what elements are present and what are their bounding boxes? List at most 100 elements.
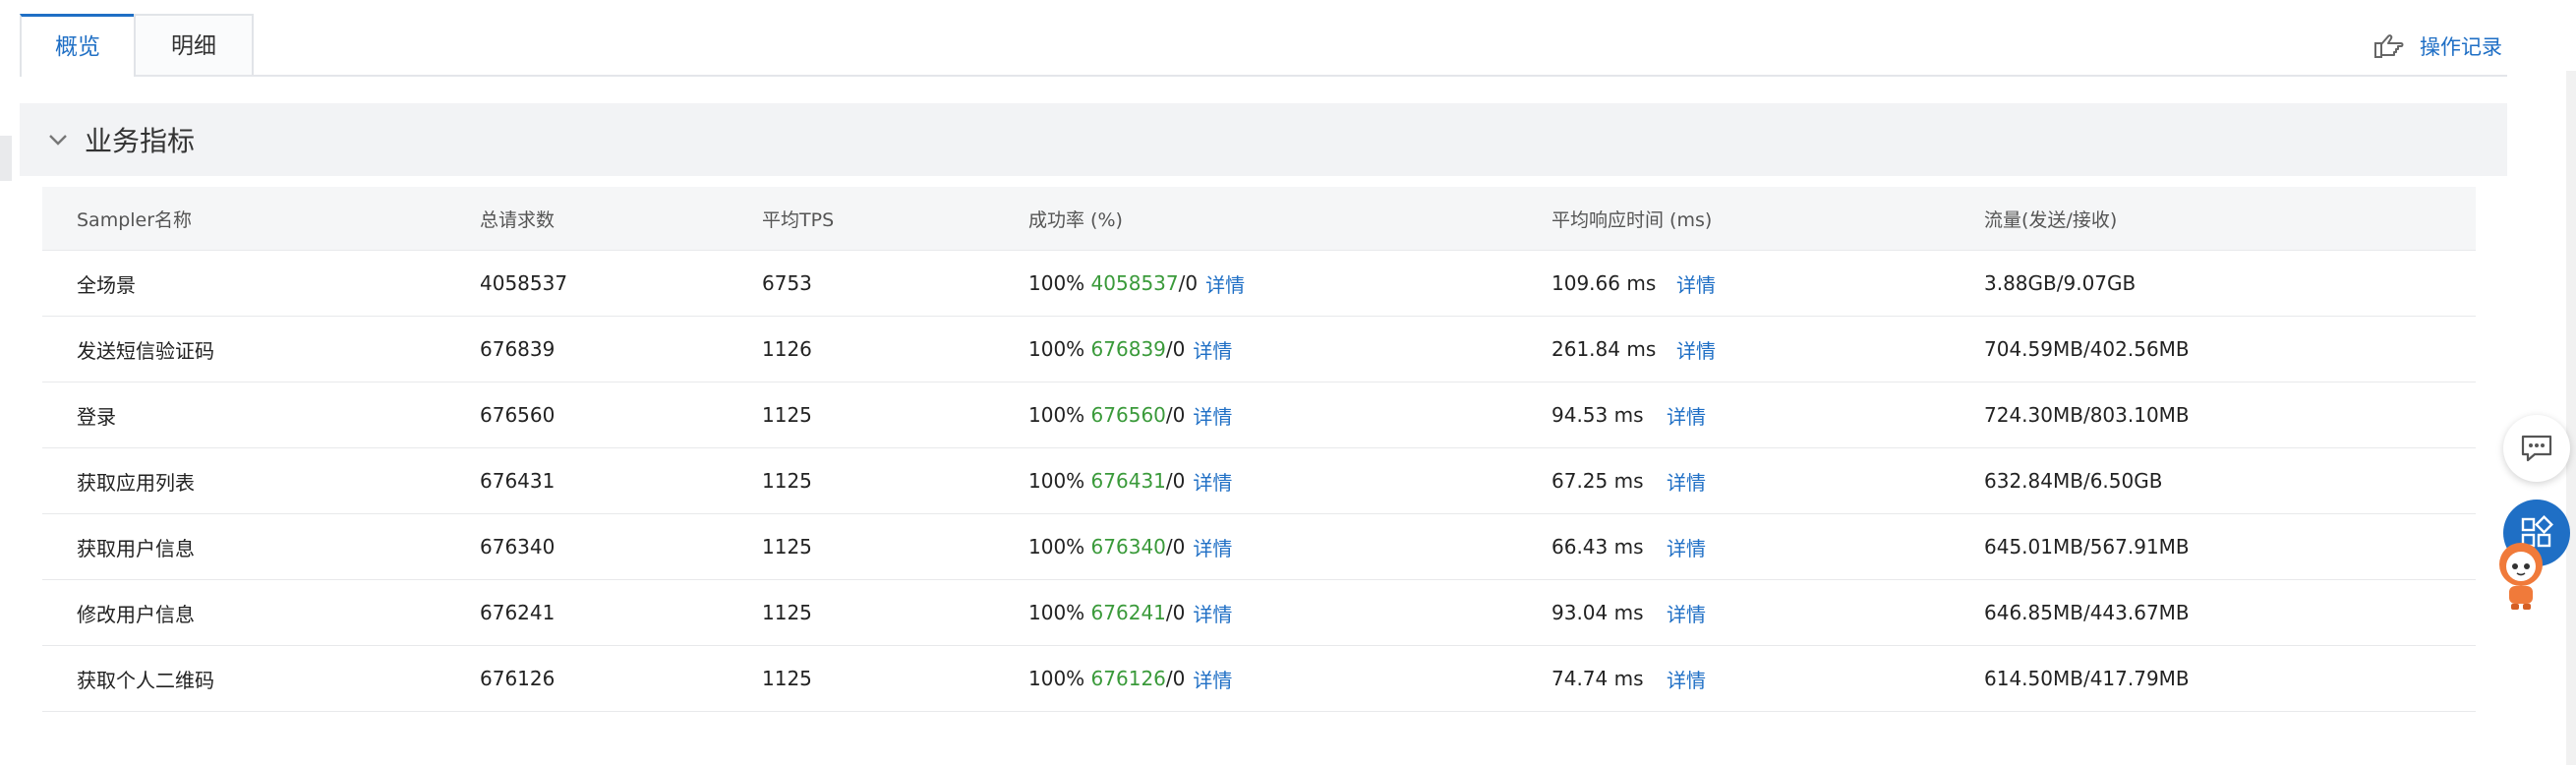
response-detail-link[interactable]: 详情 xyxy=(1667,448,1706,513)
response-detail-link[interactable]: 详情 xyxy=(1667,382,1706,447)
avg-tps: 1125 xyxy=(762,601,812,624)
fail-count: /0 xyxy=(1165,337,1186,361)
success-detail-link[interactable]: 详情 xyxy=(1193,599,1232,627)
sampler-name: 获取用户信息 xyxy=(77,536,195,560)
total-requests: 676839 xyxy=(480,337,556,361)
table-header: Sampler名称 总请求数 平均TPS 成功率 (%) 平均响应时间 (ms)… xyxy=(42,187,2476,251)
response-detail-link[interactable]: 详情 xyxy=(1667,514,1706,579)
success-count: 676241 xyxy=(1090,601,1166,624)
success-rate: 100% 676241/0 详情 xyxy=(1028,580,1232,645)
traffic: 645.01MB/567.91MB xyxy=(1984,535,2190,559)
success-rate: 100% 676839/0 详情 xyxy=(1028,317,1232,382)
chat-bubble-icon xyxy=(2521,435,2552,462)
pointing-hand-icon xyxy=(2374,34,2404,58)
avg-tps: 6753 xyxy=(762,271,812,295)
traffic: 632.84MB/6.50GB xyxy=(1984,469,2163,493)
table-row: 获取用户信息 676340 1125 100% 676340/0 详情 66.43… xyxy=(42,514,2476,580)
table-row: 全场景 4058537 6753 100% 4058537/0 详情 109.66… xyxy=(42,251,2476,317)
tab-bar: 概览 明细 xyxy=(20,14,2507,77)
avg-tps: 1125 xyxy=(762,469,812,493)
response-detail-link[interactable]: 详情 xyxy=(1667,580,1706,645)
col-sampler-name: Sampler名称 xyxy=(77,208,193,231)
fail-count: /0 xyxy=(1165,601,1186,624)
avg-response-time: 261.84 ms xyxy=(1551,337,1657,361)
success-detail-link[interactable]: 详情 xyxy=(1193,401,1232,430)
rate-percent: 100% xyxy=(1028,667,1085,690)
success-detail-link[interactable]: 详情 xyxy=(1193,665,1232,693)
traffic: 704.59MB/402.56MB xyxy=(1984,337,2190,361)
rate-percent: 100% xyxy=(1028,403,1085,427)
avg-tps: 1125 xyxy=(762,403,812,427)
col-avg-response-time: 平均响应时间 (ms) xyxy=(1551,208,1713,231)
table-row: 获取应用列表 676431 1125 100% 676431/0 详情 67.25… xyxy=(42,448,2476,514)
total-requests: 676340 xyxy=(480,535,556,559)
operation-log-label: 操作记录 xyxy=(2420,35,2502,59)
avg-response-time: 109.66 ms xyxy=(1551,271,1657,295)
sampler-name: 获取个人二维码 xyxy=(77,668,214,692)
table-row: 修改用户信息 676241 1125 100% 676241/0 详情 93.04… xyxy=(42,580,2476,646)
success-detail-link[interactable]: 详情 xyxy=(1205,269,1245,298)
traffic: 646.85MB/443.67MB xyxy=(1984,601,2190,624)
tab-overview[interactable]: 概览 xyxy=(20,14,136,77)
avg-response-time: 74.74 ms xyxy=(1551,667,1644,690)
section-business-metrics[interactable]: 业务指标 xyxy=(20,103,2507,176)
table-row: 获取个人二维码 676126 1125 100% 676126/0 详情 74.7… xyxy=(42,646,2476,712)
chevron-down-icon xyxy=(49,135,67,146)
avg-response-time: 94.53 ms xyxy=(1551,403,1644,427)
avg-response-time: 93.04 ms xyxy=(1551,601,1644,624)
scrollbar[interactable] xyxy=(2566,71,2576,765)
fail-count: /0 xyxy=(1165,469,1186,493)
rate-percent: 100% xyxy=(1028,469,1085,493)
col-total-requests: 总请求数 xyxy=(480,208,556,231)
rate-percent: 100% xyxy=(1028,271,1085,295)
success-count: 676126 xyxy=(1090,667,1166,690)
sampler-name: 登录 xyxy=(77,404,116,429)
success-rate: 100% 4058537/0 详情 xyxy=(1028,251,1245,316)
traffic: 3.88GB/9.07GB xyxy=(1984,271,2137,295)
traffic: 614.50MB/417.79MB xyxy=(1984,667,2190,690)
rate-percent: 100% xyxy=(1028,337,1085,361)
fail-count: /0 xyxy=(1165,535,1186,559)
success-detail-link[interactable]: 详情 xyxy=(1193,335,1232,364)
fail-count: /0 xyxy=(1165,403,1186,427)
mascot-icon[interactable] xyxy=(2493,539,2548,612)
col-avg-tps: 平均TPS xyxy=(762,208,835,231)
avg-response-time: 66.43 ms xyxy=(1551,535,1644,559)
section-title: 业务指标 xyxy=(85,125,196,157)
success-detail-link[interactable]: 详情 xyxy=(1193,467,1232,496)
total-requests: 676431 xyxy=(480,469,556,493)
rate-percent: 100% xyxy=(1028,535,1085,559)
success-rate: 100% 676560/0 详情 xyxy=(1028,382,1232,447)
left-edge-handle[interactable] xyxy=(0,136,12,181)
tab-details[interactable]: 明细 xyxy=(134,14,254,75)
chat-widget-button[interactable] xyxy=(2503,415,2570,482)
success-rate: 100% 676126/0 详情 xyxy=(1028,646,1232,711)
success-detail-link[interactable]: 详情 xyxy=(1193,533,1232,561)
avg-response-time: 67.25 ms xyxy=(1551,469,1644,493)
success-rate: 100% 676340/0 详情 xyxy=(1028,514,1232,579)
table-row: 发送短信验证码 676839 1126 100% 676839/0 详情 261.… xyxy=(42,317,2476,382)
sampler-name: 全场景 xyxy=(77,272,136,297)
success-count: 4058537 xyxy=(1090,271,1179,295)
avg-tps: 1125 xyxy=(762,667,812,690)
response-detail-link[interactable]: 详情 xyxy=(1667,646,1706,711)
total-requests: 676126 xyxy=(480,667,556,690)
traffic: 724.30MB/803.10MB xyxy=(1984,403,2190,427)
metrics-table: Sampler名称 总请求数 平均TPS 成功率 (%) 平均响应时间 (ms)… xyxy=(42,187,2476,712)
avg-tps: 1126 xyxy=(762,337,812,361)
response-detail-link[interactable]: 详情 xyxy=(1676,317,1716,382)
fail-count: /0 xyxy=(1178,271,1199,295)
total-requests: 676560 xyxy=(480,403,556,427)
response-detail-link[interactable]: 详情 xyxy=(1676,251,1716,316)
total-requests: 676241 xyxy=(480,601,556,624)
table-row: 登录 676560 1125 100% 676560/0 详情 94.53 ms … xyxy=(42,382,2476,448)
operation-log-link[interactable]: 操作记录 xyxy=(2372,31,2502,61)
success-count: 676340 xyxy=(1090,535,1166,559)
total-requests: 4058537 xyxy=(480,271,568,295)
col-success-rate: 成功率 (%) xyxy=(1028,208,1123,231)
sampler-name: 获取应用列表 xyxy=(77,470,195,495)
success-count: 676839 xyxy=(1090,337,1166,361)
sampler-name: 修改用户信息 xyxy=(77,602,195,626)
avg-tps: 1125 xyxy=(762,535,812,559)
rate-percent: 100% xyxy=(1028,601,1085,624)
